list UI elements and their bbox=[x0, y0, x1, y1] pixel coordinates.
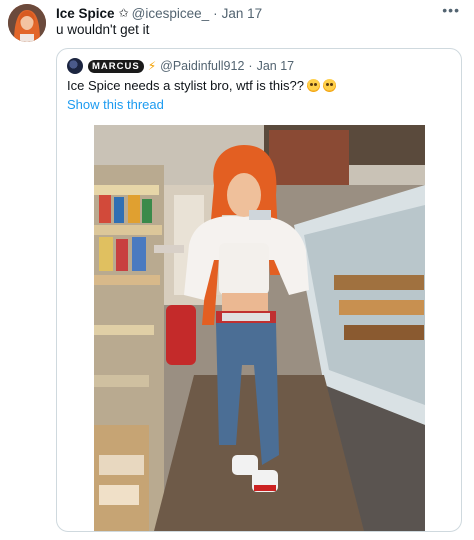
separator-dot: · bbox=[248, 59, 253, 73]
quoted-tweet[interactable]: MARCUS ⚡ @Paidinfull912 · Jan 17 Ice Spi… bbox=[56, 48, 462, 532]
tweet[interactable]: Ice Spice ✩ @icespicee_ · Jan 17 ••• u w… bbox=[0, 0, 474, 540]
grimacing-face-emoji-icon bbox=[307, 79, 320, 92]
lightning-icon: ⚡ bbox=[147, 59, 157, 73]
quoted-text-row: Ice Spice needs a stylist bro, wtf is th… bbox=[67, 78, 336, 93]
quoted-avatar[interactable] bbox=[67, 58, 83, 74]
star-icon: ✩ bbox=[118, 6, 129, 20]
separator-dot: · bbox=[213, 5, 218, 21]
avatar-image bbox=[8, 4, 46, 42]
author-handle[interactable]: @icespicee_ bbox=[132, 6, 210, 21]
tweet-photo[interactable] bbox=[94, 125, 425, 531]
quoted-tweet-header: MARCUS ⚡ @Paidinfull912 · Jan 17 bbox=[67, 58, 294, 74]
quoted-date[interactable]: Jan 17 bbox=[257, 59, 295, 73]
tweet-text: u wouldn't get it bbox=[56, 22, 150, 37]
author-name[interactable]: Ice Spice bbox=[56, 6, 115, 21]
quoted-author-name[interactable]: MARCUS bbox=[88, 59, 144, 73]
photo-image bbox=[94, 125, 425, 531]
quoted-text: Ice Spice needs a stylist bro, wtf is th… bbox=[67, 78, 304, 93]
quoted-author-handle[interactable]: @Paidinfull912 bbox=[160, 59, 244, 73]
grimacing-face-emoji-icon bbox=[323, 79, 336, 92]
tweet-date[interactable]: Jan 17 bbox=[222, 6, 263, 21]
show-thread-link[interactable]: Show this thread bbox=[67, 97, 164, 112]
avatar[interactable] bbox=[8, 4, 46, 42]
tweet-header: Ice Spice ✩ @icespicee_ · Jan 17 bbox=[56, 4, 262, 22]
more-icon[interactable]: ••• bbox=[442, 2, 460, 18]
